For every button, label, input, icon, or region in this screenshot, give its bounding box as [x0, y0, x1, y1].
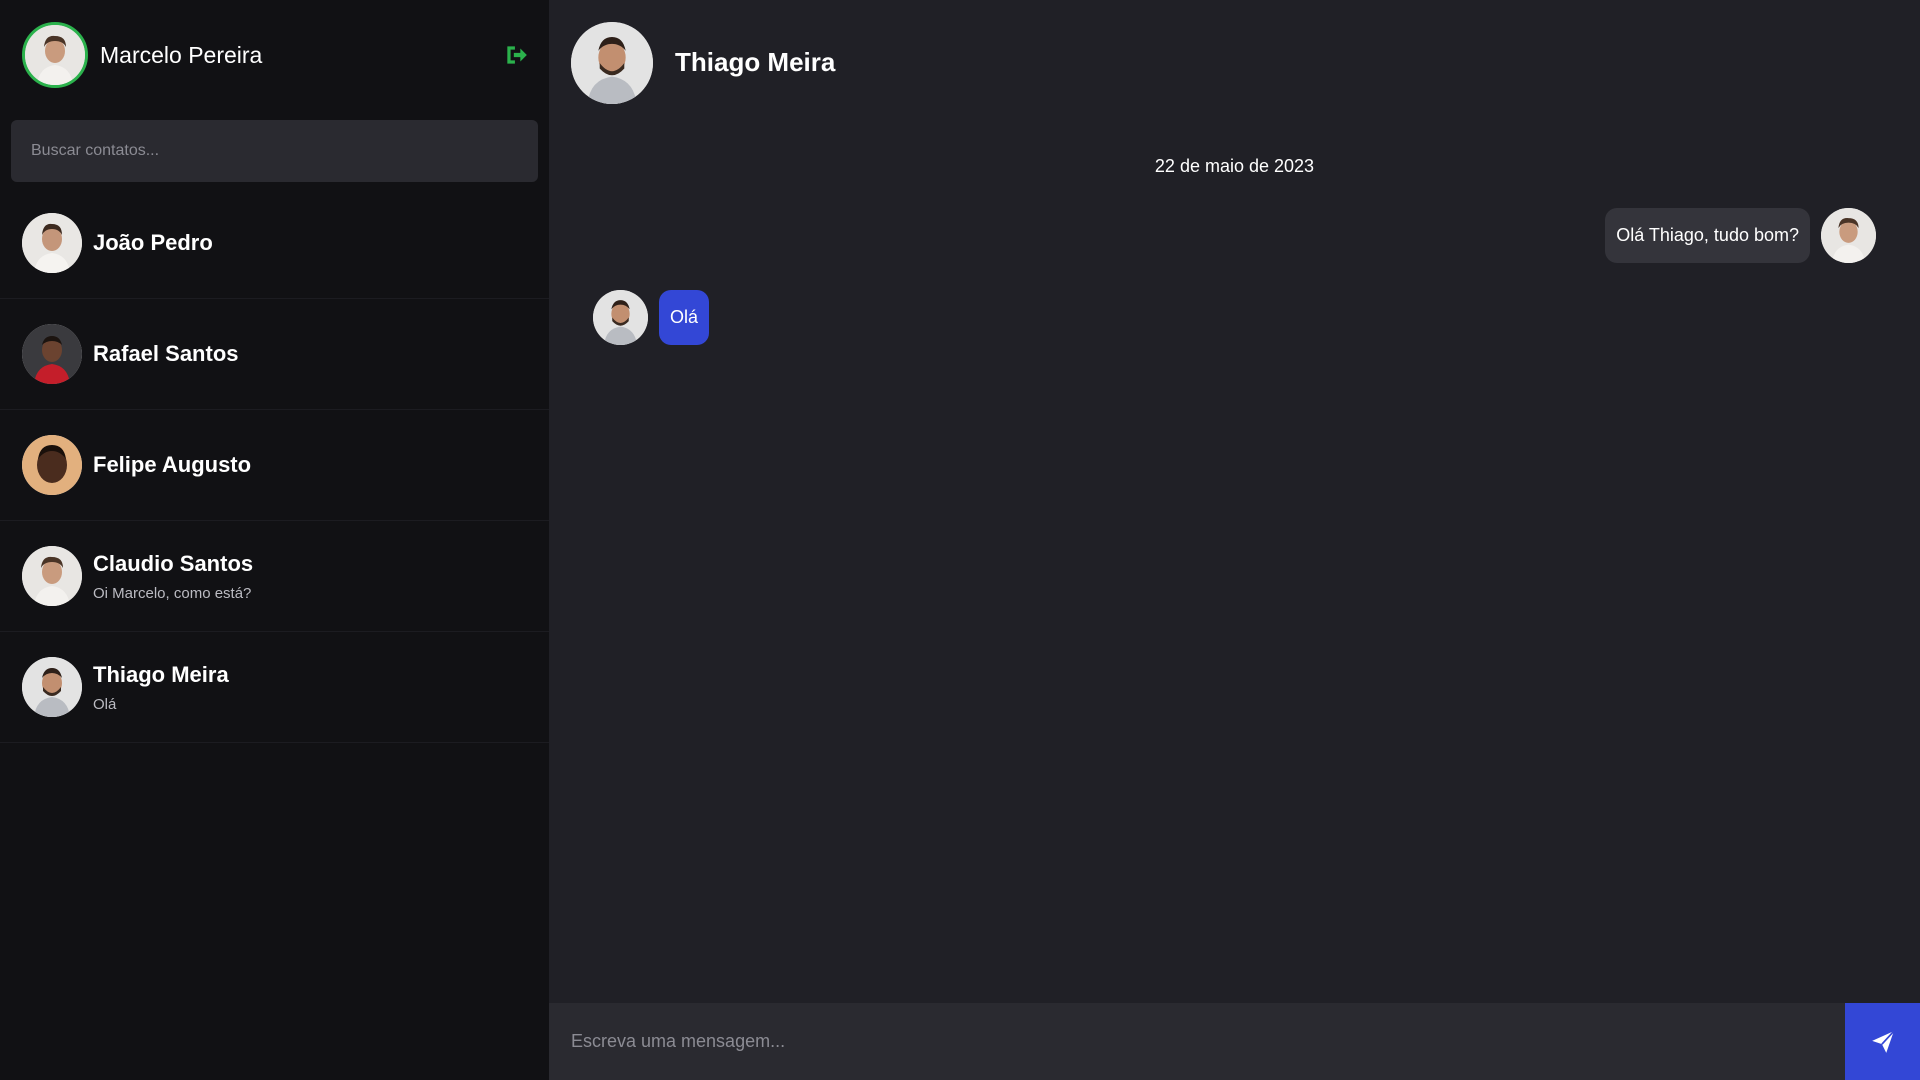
- sidebar: Marcelo Pereira Buscar contatos... João …: [0, 0, 549, 1080]
- message-incoming: Olá: [593, 290, 1876, 345]
- contact-avatar: [22, 213, 82, 273]
- contact-item-joao-pedro[interactable]: João Pedro: [0, 188, 549, 299]
- contact-item-thiago-meira[interactable]: Thiago Meira Olá: [0, 632, 549, 743]
- contact-text: Claudio Santos Oi Marcelo, como está?: [93, 551, 253, 602]
- message-bubble: Olá: [659, 290, 710, 345]
- contact-avatar: [22, 657, 82, 717]
- current-user-avatar[interactable]: [22, 22, 88, 88]
- chat-contact-avatar[interactable]: [571, 21, 653, 104]
- contact-text: Felipe Augusto: [93, 452, 251, 478]
- contact-text: Rafael Santos: [93, 341, 239, 367]
- message-outgoing: Olá Thiago, tudo bom?: [593, 208, 1876, 263]
- user-avatar-icon: [593, 290, 648, 345]
- sidebar-header: Marcelo Pereira: [0, 0, 549, 110]
- contact-name: Claudio Santos: [93, 550, 254, 576]
- send-icon: [1871, 1030, 1894, 1053]
- user-avatar-icon: [25, 25, 85, 85]
- contact-list: João Pedro Rafael Santos Felipe Augusto …: [0, 188, 549, 743]
- message-bubble: Olá Thiago, tudo bom?: [1605, 208, 1810, 263]
- app: Marcelo Pereira Buscar contatos... João …: [0, 0, 1920, 1080]
- date-separator: 22 de maio de 2023: [1154, 156, 1315, 176]
- contact-avatar: [22, 324, 82, 384]
- contact-last-message: Oi Marcelo, como está?: [93, 584, 252, 602]
- user-avatar-icon: [22, 546, 82, 606]
- sender-avatar: [1821, 208, 1876, 263]
- contact-item-claudio-santos[interactable]: Claudio Santos Oi Marcelo, como está?: [0, 521, 549, 632]
- user-avatar-icon: [1821, 208, 1876, 263]
- contact-item-rafael-santos[interactable]: Rafael Santos: [0, 299, 549, 410]
- user-avatar-icon: [22, 435, 82, 495]
- message-list: Olá Thiago, tudo bom? Olá: [549, 182, 1920, 1080]
- user-avatar-icon: [571, 21, 653, 104]
- contact-avatar: [22, 546, 82, 606]
- current-user-name: Marcelo Pereira: [100, 41, 263, 68]
- contact-last-message: Olá: [93, 695, 117, 713]
- search-container: [0, 110, 549, 182]
- contact-name: Felipe Augusto: [93, 452, 252, 477]
- chat-header: Thiago Meira: [549, 0, 1920, 125]
- contact-text: Thiago Meira Olá: [93, 662, 229, 713]
- contact-avatar: [22, 435, 82, 495]
- logout-icon[interactable]: [503, 42, 529, 68]
- contact-name: Rafael Santos: [93, 341, 239, 366]
- contact-name: Thiago Meira: [93, 661, 229, 687]
- contact-text: João Pedro: [93, 230, 213, 256]
- send-button[interactable]: [1845, 1003, 1920, 1080]
- contact-item-felipe-augusto[interactable]: Felipe Augusto: [0, 410, 549, 521]
- sender-avatar: [593, 290, 648, 345]
- user-avatar-icon: [22, 324, 82, 384]
- message-input[interactable]: [549, 1003, 1845, 1080]
- search-input[interactable]: [11, 120, 538, 182]
- user-avatar-icon: [22, 657, 82, 717]
- chat-panel: Thiago Meira 22 de maio de 2023 Olá Thia…: [549, 0, 1920, 1080]
- chat-title: Thiago Meira: [675, 47, 836, 77]
- user-avatar-icon: [22, 213, 82, 273]
- message-composer: [549, 1003, 1920, 1080]
- contact-name: João Pedro: [93, 230, 213, 255]
